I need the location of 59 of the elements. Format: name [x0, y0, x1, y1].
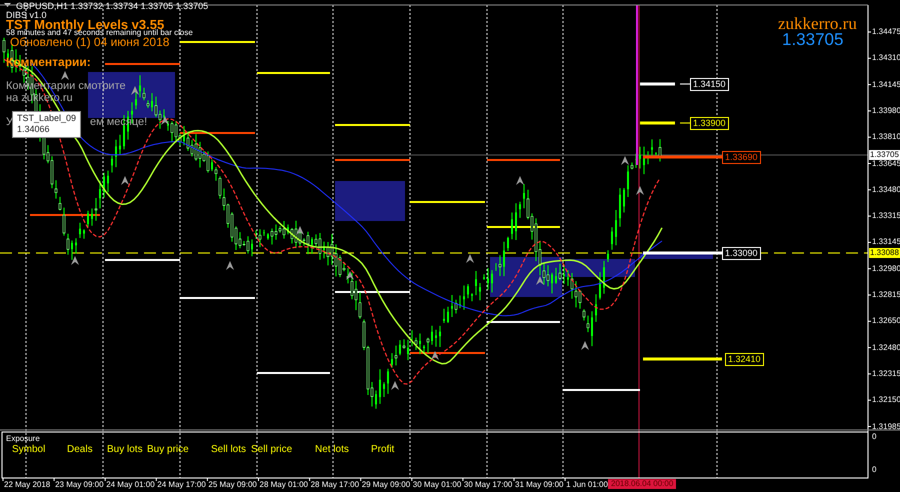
arrow-icon	[431, 351, 439, 360]
tooltip-value: 1.34066	[17, 124, 51, 135]
column-header: Profit	[371, 445, 394, 455]
level-price-tag: 1.33690	[722, 151, 761, 164]
site-label: zukkerro.ru	[778, 15, 857, 32]
column-header: Sell price	[251, 445, 292, 455]
arrow-icon	[466, 254, 474, 263]
arrow-icon	[536, 276, 544, 285]
axis-time: 25 May 09:00	[208, 481, 257, 489]
axis-time: 23 May 09:00	[55, 481, 104, 489]
level-price-tag: 1.33090	[722, 247, 761, 260]
arrow-icon	[121, 176, 129, 185]
column-header: Net lots	[315, 445, 349, 455]
arrow-icon	[71, 256, 79, 265]
symbol-header: GBPUSD,H1 1.33732 1.33734 1.33705 1.33705	[16, 2, 208, 11]
arrow-icon	[516, 176, 524, 185]
panel-title: Exposure	[6, 435, 40, 443]
level-line	[640, 82, 690, 86]
level-price-tag: 1.33900	[690, 117, 729, 130]
arrow-icon	[131, 86, 139, 95]
level-line	[30, 214, 100, 216]
axis-value: 0	[872, 433, 876, 441]
axis-time: 30 May 01:00	[412, 481, 462, 489]
price-label: 1.33705	[782, 31, 844, 48]
arrow-icon	[636, 186, 644, 195]
axis-time: 22 May 2018	[4, 481, 50, 489]
tooltip-name: TST_Label_09	[17, 114, 76, 124]
price-zone	[335, 181, 405, 221]
level-price-tag: 1.34150	[690, 78, 729, 91]
axis-time: 31 May 09:00	[515, 481, 564, 489]
arrow-icon	[161, 116, 169, 125]
axis-value: 0	[872, 466, 876, 474]
line-price-tag: 1.33088	[869, 248, 900, 258]
level-price-tag: 1.32410	[725, 353, 764, 366]
arrow-icon	[581, 341, 589, 350]
level-line	[640, 122, 690, 124]
axis-time: 28 May 01:00	[260, 481, 308, 489]
axis-time: 24 May 01:00	[106, 481, 155, 489]
axis-time: 1 Jun 01:00	[566, 481, 608, 489]
arrow-icon	[621, 156, 629, 165]
axis-time: 29 May 09:00	[362, 481, 410, 489]
axis-time: 28 May 17:00	[310, 481, 360, 489]
arrow-icon	[226, 261, 234, 270]
axis-time: 24 May 17:00	[157, 481, 206, 489]
axis-time: 30 May 17:00	[464, 481, 512, 489]
column-header: Buy price	[147, 445, 189, 455]
arrow-icon	[296, 226, 304, 235]
column-header: Buy lots	[107, 445, 143, 455]
column-header: Symbol	[12, 445, 46, 455]
arrow-icon	[61, 71, 69, 80]
arrow-icon	[391, 381, 399, 390]
column-header: Sell lots	[211, 445, 246, 455]
chart-label: Обновлено (1) 04 июня 2018	[10, 36, 170, 48]
dropdown-icon[interactable]	[4, 3, 11, 7]
current-price-tag: 1.33705	[869, 150, 900, 160]
chart-label: DIBS v1.0	[6, 11, 47, 20]
current-time-tag: 2018.06.04 00:00	[608, 479, 676, 489]
column-header: Deals	[67, 445, 93, 455]
arrow-icon	[346, 271, 354, 280]
